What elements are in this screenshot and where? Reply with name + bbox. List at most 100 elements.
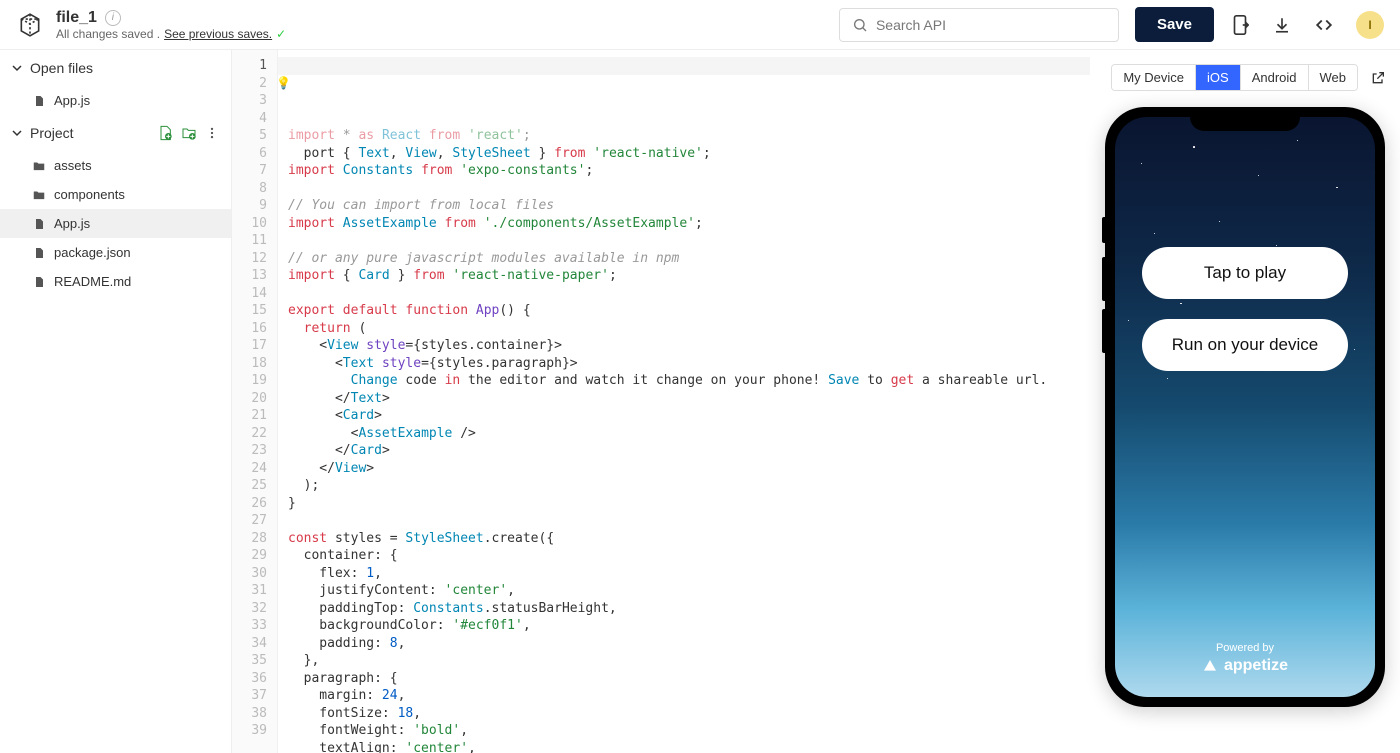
code-icon[interactable] (1314, 15, 1334, 35)
code-line[interactable]: fontWeight: 'bold', (288, 722, 1090, 740)
import-folder-icon[interactable] (181, 125, 197, 141)
tab-ios[interactable]: iOS (1195, 65, 1240, 90)
code-line[interactable]: <Text style={styles.paragraph}> (288, 355, 1090, 373)
header: file_1 i All changes saved . See previou… (0, 0, 1400, 50)
code-line[interactable] (288, 285, 1090, 303)
phone-frame: Tap to play Run on your device Powered b… (1105, 107, 1385, 707)
file-item[interactable]: App.js (0, 209, 231, 238)
preview-panel: My DeviceiOSAndroidWeb Tap to play Run o… (1090, 50, 1400, 753)
code-line[interactable]: <AssetExample /> (288, 425, 1090, 443)
preview-tabs: My DeviceiOSAndroidWeb (1104, 64, 1386, 91)
powered-by-label: Powered by (1115, 642, 1375, 654)
download-icon[interactable] (1272, 15, 1292, 35)
header-icons: I (1230, 11, 1384, 39)
code-line[interactable] (288, 180, 1090, 198)
sidebar: Open files App.js Project assets componen… (0, 50, 232, 753)
file-icon (32, 275, 46, 289)
save-status-text: All changes saved . (56, 27, 160, 41)
current-line-highlight (278, 57, 1090, 75)
brand: appetize (1115, 657, 1375, 675)
header-left: file_1 i All changes saved . See previou… (16, 9, 286, 41)
code-line[interactable]: import AssetExample from './components/A… (288, 215, 1090, 233)
code-line[interactable]: // You can import from local files (288, 197, 1090, 215)
code-line[interactable]: </View> (288, 460, 1090, 478)
code-area[interactable]: 💡 import * as React from 'react'; port {… (278, 50, 1090, 753)
chevron-down-icon (12, 63, 24, 73)
open-files-label: Open files (30, 60, 93, 76)
code-line[interactable]: margin: 24, (288, 687, 1090, 705)
file-icon (32, 246, 46, 260)
code-line[interactable]: import Constants from 'expo-constants'; (288, 162, 1090, 180)
info-icon[interactable]: i (105, 10, 121, 26)
chevron-down-icon (12, 128, 24, 138)
brand-label: appetize (1224, 657, 1288, 675)
code-line[interactable]: container: { (288, 547, 1090, 565)
file-label: README.md (54, 274, 131, 289)
project-label: Project (30, 125, 74, 141)
tab-my-device[interactable]: My Device (1112, 65, 1195, 90)
code-line[interactable]: const styles = StyleSheet.create({ (288, 530, 1090, 548)
code-line[interactable]: return ( (288, 320, 1090, 338)
file-label: package.json (54, 245, 131, 260)
file-item[interactable]: App.js (0, 86, 231, 115)
code-line[interactable]: paragraph: { (288, 670, 1090, 688)
file-item[interactable]: assets (0, 151, 231, 180)
search-icon (852, 17, 868, 33)
code-line[interactable]: <View style={styles.container}> (288, 337, 1090, 355)
search-box[interactable] (839, 8, 1119, 42)
page-title: file_1 (56, 9, 97, 27)
code-line[interactable]: import * as React from 'react'; (288, 127, 1090, 145)
code-line[interactable]: flex: 1, (288, 565, 1090, 583)
file-label: App.js (54, 216, 90, 231)
code-line[interactable] (288, 232, 1090, 250)
code-line[interactable]: justifyContent: 'center', (288, 582, 1090, 600)
code-line[interactable]: </Card> (288, 442, 1090, 460)
tab-android[interactable]: Android (1240, 65, 1308, 90)
search-input[interactable] (876, 17, 1106, 33)
code-line[interactable]: backgroundColor: '#ecf0f1', (288, 617, 1090, 635)
more-icon[interactable] (205, 126, 219, 140)
code-line[interactable]: } (288, 495, 1090, 513)
code-line[interactable]: <Card> (288, 407, 1090, 425)
open-files-header[interactable]: Open files (0, 50, 231, 86)
file-label: assets (54, 158, 92, 173)
file-item[interactable]: README.md (0, 267, 231, 296)
tap-to-play-button[interactable]: Tap to play (1142, 247, 1348, 299)
previous-saves-link[interactable]: See previous saves. (164, 27, 272, 41)
code-line[interactable] (288, 512, 1090, 530)
powered-by: Powered by appetize (1115, 642, 1375, 675)
code-line[interactable]: port { Text, View, StyleSheet } from 're… (288, 145, 1090, 163)
code-line[interactable]: ); (288, 477, 1090, 495)
project-header[interactable]: Project (0, 115, 231, 151)
folder-icon (32, 188, 46, 202)
code-line[interactable]: textAlign: 'center', (288, 740, 1090, 753)
logo-icon (16, 11, 44, 39)
code-line[interactable]: Change code in the editor and watch it c… (288, 372, 1090, 390)
code-line[interactable]: padding: 8, (288, 635, 1090, 653)
code-line[interactable]: </Text> (288, 390, 1090, 408)
run-on-device-button[interactable]: Run on your device (1142, 319, 1348, 371)
popout-icon[interactable] (1370, 70, 1386, 86)
code-editor[interactable]: 1234567891011121314151617181920212223242… (232, 50, 1090, 753)
code-line[interactable]: paddingTop: Constants.statusBarHeight, (288, 600, 1090, 618)
code-line[interactable]: // or any pure javascript modules availa… (288, 250, 1090, 268)
code-line[interactable]: export default function App() { (288, 302, 1090, 320)
file-icon (32, 217, 46, 231)
code-line[interactable]: fontSize: 18, (288, 705, 1090, 723)
folder-icon (32, 159, 46, 173)
project-list: assets components App.js package.json README… (0, 151, 231, 296)
stars-background (1115, 117, 1375, 697)
new-file-icon[interactable] (157, 125, 173, 141)
avatar[interactable]: I (1356, 11, 1384, 39)
device-icon[interactable] (1230, 15, 1250, 35)
file-item[interactable]: components (0, 180, 231, 209)
phone-screen: Tap to play Run on your device Powered b… (1115, 117, 1375, 697)
lightbulb-icon[interactable]: 💡 (276, 75, 291, 93)
code-line[interactable]: import { Card } from 'react-native-paper… (288, 267, 1090, 285)
code-line[interactable]: }, (288, 652, 1090, 670)
line-gutter: 1234567891011121314151617181920212223242… (232, 50, 278, 753)
save-button[interactable]: Save (1135, 7, 1214, 42)
file-item[interactable]: package.json (0, 238, 231, 267)
check-icon: ✓ (276, 27, 286, 41)
tab-web[interactable]: Web (1308, 65, 1358, 90)
